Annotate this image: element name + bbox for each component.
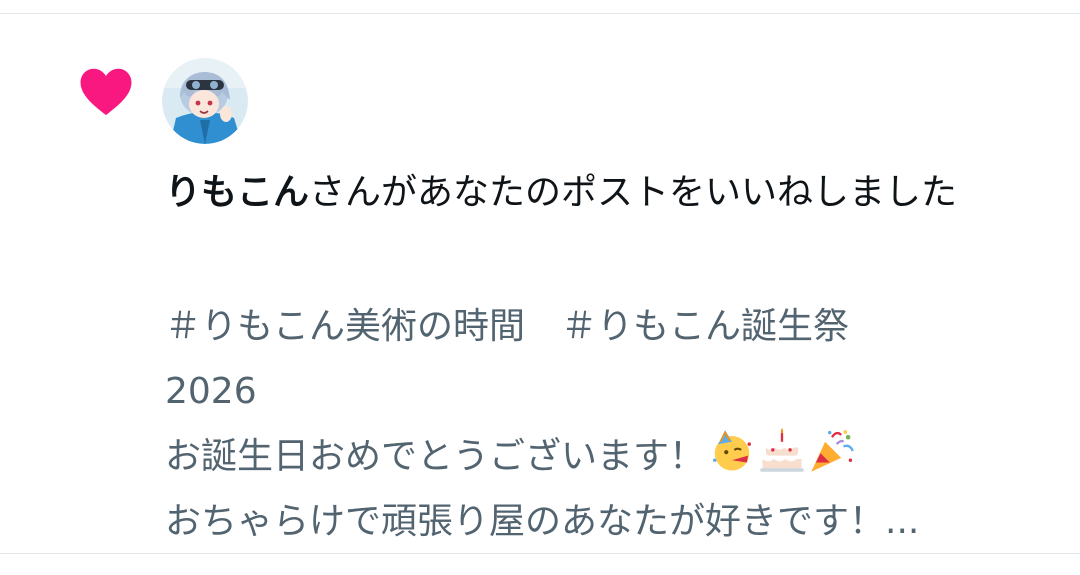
partying-face-emoji bbox=[713, 430, 751, 471]
username[interactable]: りもこん bbox=[165, 172, 309, 213]
post-greeting: お誕生日おめでとうございます！ bbox=[165, 436, 706, 477]
notification-text: りもこんさんがあなたのポストをいいねしました bbox=[165, 162, 1045, 224]
post-preview[interactable]: ＃りもこん美術の時間 ＃りもこん誕生祭 2026 お誕生日おめでとうございます！ bbox=[165, 294, 1025, 554]
party-popper-emoji bbox=[811, 430, 854, 472]
birthday-cake-emoji bbox=[760, 428, 804, 472]
action-text: さんがあなたのポストをいいねしました bbox=[309, 172, 958, 213]
post-hashtags: ＃りもこん美術の時間 ＃りもこん誕生祭 bbox=[165, 306, 850, 347]
avatar[interactable] bbox=[162, 58, 248, 144]
heart-icon bbox=[80, 68, 132, 116]
divider-bottom bbox=[0, 553, 1080, 554]
post-message: おちゃらけで頑張り屋のあなたが好きです！... bbox=[165, 501, 920, 542]
post-hashtag-year: 2026 bbox=[165, 371, 257, 412]
post-greeting-line: お誕生日おめでとうございます！ bbox=[165, 424, 1025, 489]
like-notification[interactable]: りもこんさんがあなたのポストをいいねしました ＃りもこん美術の時間 ＃りもこん誕… bbox=[0, 14, 1080, 553]
